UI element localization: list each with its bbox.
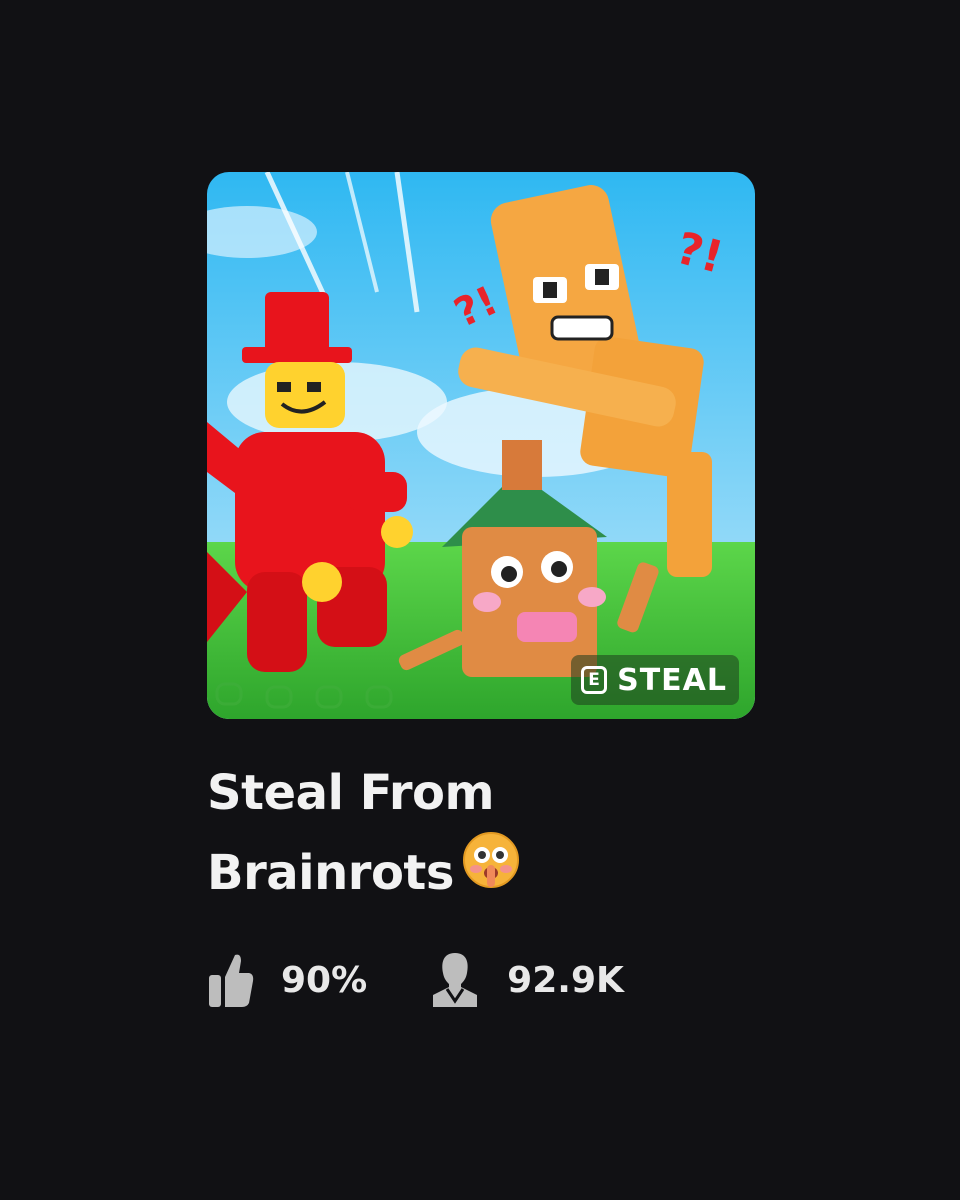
game-title[interactable]: Steal From Brainrots bbox=[207, 753, 627, 917]
steal-badge: E STEAL bbox=[571, 655, 739, 705]
game-title-line1: Steal From bbox=[207, 765, 495, 821]
person-icon bbox=[429, 951, 481, 1009]
rating-stat: 90% bbox=[207, 951, 367, 1009]
steal-badge-label: STEAL bbox=[617, 662, 727, 698]
shushing-face-emoji-icon bbox=[462, 831, 520, 913]
players-stat: 92.9K bbox=[429, 951, 624, 1009]
game-thumbnail[interactable]: ?! ?! E STEAL bbox=[207, 172, 755, 719]
keyboard-key-icon: E bbox=[581, 666, 608, 694]
game-title-line2-row: Brainrots bbox=[207, 831, 627, 917]
game-card[interactable]: ?! ?! E STEAL Steal From Brainrots 90% 9… bbox=[207, 172, 755, 1009]
thumbnail-artwork: ?! ?! bbox=[207, 172, 755, 719]
game-title-line2: Brainrots bbox=[207, 845, 454, 901]
rating-value: 90% bbox=[281, 959, 368, 1001]
game-stats: 90% 92.9K bbox=[207, 951, 755, 1009]
thumbs-up-icon bbox=[207, 951, 255, 1009]
players-value: 92.9K bbox=[507, 959, 624, 1001]
